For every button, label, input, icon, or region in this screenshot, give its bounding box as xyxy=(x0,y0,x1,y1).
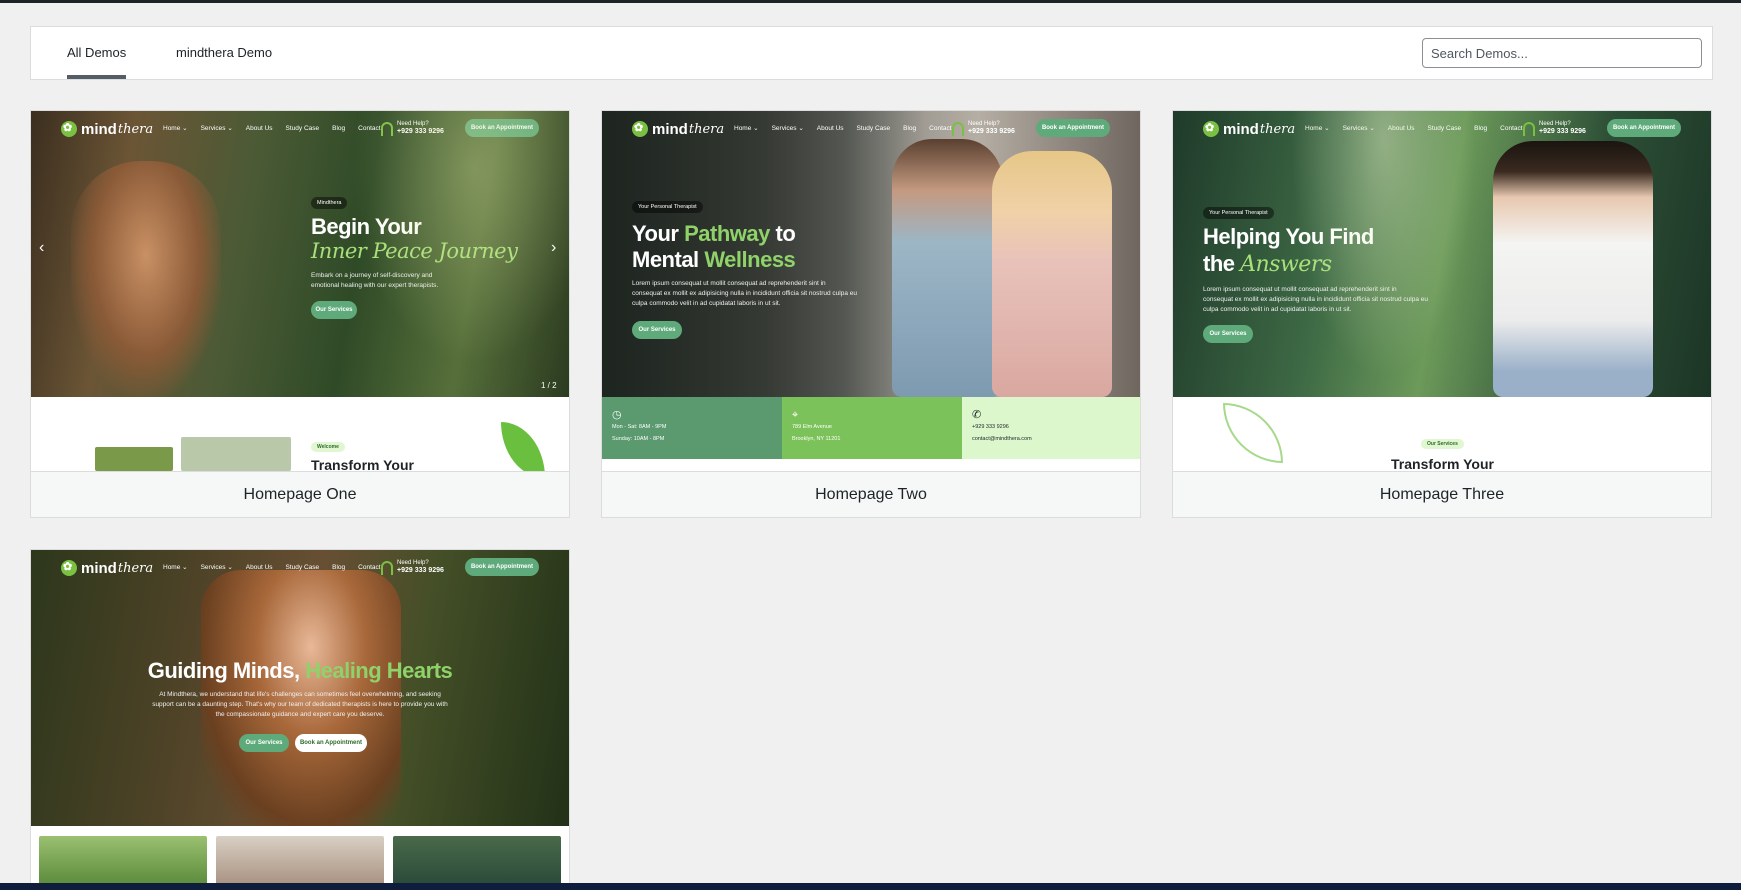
preview-info-bar: ◷ Mon - Sat: 8AM - 9PM Sunday: 10AM - 8P… xyxy=(602,397,1140,459)
preview-site-nav: mindthera Home ⌄Services ⌄About UsStudy … xyxy=(602,117,1140,143)
info-contact: ✆ +929 333 9296 contact@mindthera.com xyxy=(962,397,1140,459)
demo-preview-image: mindthera Home ⌄Services ⌄About UsStudy … xyxy=(602,111,1140,471)
headset-icon xyxy=(1523,122,1535,136)
preview-hero: mindthera Home ⌄Services ⌄About UsStudy … xyxy=(31,111,569,397)
preview-site-nav: mindthera Home ⌄Services ⌄About UsStudy … xyxy=(31,117,569,143)
hero-heading: Guiding Minds, Healing Hearts xyxy=(147,658,453,683)
preview-hero: mindthera Home ⌄Services ⌄About UsStudy … xyxy=(602,111,1140,397)
hero-heading-script: Inner Peace Journey xyxy=(311,239,518,263)
demo-preview-image: mindthera Home ⌄Services ⌄About UsStudy … xyxy=(31,111,569,471)
hero-tag: Mindthera xyxy=(311,197,348,209)
preview-person xyxy=(992,151,1112,397)
hero-services-button: Our Services xyxy=(1203,325,1253,343)
preview-person xyxy=(892,139,1002,397)
info-hours: ◷ Mon - Sat: 8AM - 9PM Sunday: 10AM - 8P… xyxy=(602,397,782,459)
site-help: Need Help? +929 333 9296 xyxy=(952,120,1015,136)
tab-mindthera-demo[interactable]: mindthera Demo xyxy=(176,27,272,79)
hero-heading: Helping You Find xyxy=(1203,224,1374,249)
preview-thumb-photo xyxy=(216,836,384,884)
hero-heading: Your Pathway to xyxy=(632,221,796,246)
demo-card-homepage-two[interactable]: mindthera Home ⌄Services ⌄About UsStudy … xyxy=(601,110,1141,518)
site-book-button: Book an Appointment xyxy=(1607,119,1681,137)
top-admin-bar xyxy=(0,0,1741,3)
logo-flower-icon xyxy=(1203,121,1219,137)
demo-preview-image: mindthera Home ⌄Services ⌄About UsStudy … xyxy=(1173,111,1711,471)
preview-hero: mindthera Home ⌄Services ⌄About UsStudy … xyxy=(31,550,569,826)
hero-services-button: Our Services xyxy=(632,321,682,339)
hero-text: At Mindthera, we understand that life's … xyxy=(152,691,448,718)
logo-flower-icon xyxy=(632,121,648,137)
hero-tag: Your Personal Therapist xyxy=(1203,207,1274,219)
demo-filter-bar: All Demos mindthera Demo xyxy=(30,26,1713,80)
site-nav-links: Home ⌄ Services ⌄ About Us Study Case Blog Co… xyxy=(734,125,952,132)
hero-heading: Begin Your xyxy=(311,214,422,239)
demo-card-homepage-one[interactable]: mindthera Home ⌄Services ⌄About UsStudy … xyxy=(30,110,570,518)
hero-services-button: Our Services xyxy=(239,734,289,752)
site-nav-links: Home ⌄ Services ⌄ About Us Study Case Blog Co… xyxy=(1305,125,1523,132)
site-nav-links: Home ⌄ Services ⌄ About Us Study Case Blog Co… xyxy=(163,125,381,132)
preview-site-nav: mindthera Home ⌄Services ⌄About UsStudy … xyxy=(1173,117,1711,143)
logo-flower-icon xyxy=(61,560,77,576)
lower-title: Transform Your xyxy=(311,457,414,471)
chevron-right-icon: › xyxy=(551,239,557,256)
logo-flower-icon xyxy=(61,121,77,137)
headset-icon xyxy=(381,122,393,136)
hero-text: Lorem ipsum consequat ut mollit consequa… xyxy=(632,280,857,307)
location-pin-icon: ⌖ xyxy=(792,409,799,421)
lower-title: Transform Your xyxy=(1391,456,1494,471)
demo-card-homepage-four[interactable]: mindthera Home ⌄Services ⌄About UsStudy … xyxy=(30,549,570,885)
preview-thumb-photo xyxy=(39,836,207,884)
preview-thumb-photo xyxy=(181,437,291,471)
preview-site-nav: mindthera Home ⌄Services ⌄About UsStudy … xyxy=(31,556,569,582)
chevron-left-icon: ‹ xyxy=(39,239,45,256)
phone-icon: ✆ xyxy=(972,409,982,421)
leaf-decoration xyxy=(501,422,545,471)
preview-lower-section: Welcome Transform Your xyxy=(31,397,569,471)
headset-icon xyxy=(952,122,964,136)
hero-book-button: Book an Appointment xyxy=(295,734,367,752)
site-help: Need Help? +929 333 9296 xyxy=(381,559,444,575)
hero-tag: Your Personal Therapist xyxy=(632,201,703,213)
hero-text: Embark on a journey of self-discovery an… xyxy=(311,272,439,289)
welcome-tag: Welcome xyxy=(311,442,345,452)
site-logo: mindthera xyxy=(61,119,153,139)
site-help: Need Help? +929 333 9296 xyxy=(1523,120,1586,136)
hero-text: Lorem ipsum consequat ut mollit consequa… xyxy=(1203,286,1428,313)
hero-services-button: Our Services xyxy=(311,301,357,319)
site-book-button: Book an Appointment xyxy=(1036,119,1110,137)
site-book-button: Book an Appointment xyxy=(465,119,539,137)
headset-icon xyxy=(381,561,393,575)
demo-title[interactable]: Homepage Three xyxy=(1173,471,1711,517)
demo-card-homepage-three[interactable]: mindthera Home ⌄Services ⌄About UsStudy … xyxy=(1172,110,1712,518)
info-address: ⌖ 789 Elm Avenue Brooklyn, NY 11201 xyxy=(782,397,962,459)
preview-lower-section: Our Services Transform Your xyxy=(1173,397,1711,471)
site-nav-links: Home ⌄ Services ⌄ About Us Study Case Blog Co… xyxy=(163,564,381,571)
clock-icon: ◷ xyxy=(612,409,622,421)
preview-person xyxy=(1493,141,1653,397)
site-logo: mindthera xyxy=(632,119,724,139)
site-help: Need Help? +929 333 9296 xyxy=(381,120,444,136)
services-tag: Our Services xyxy=(1421,439,1464,449)
slide-counter: 1 / 2 xyxy=(541,381,557,390)
preview-hero: mindthera Home ⌄Services ⌄About UsStudy … xyxy=(1173,111,1711,397)
site-book-button: Book an Appointment xyxy=(465,558,539,576)
demo-title[interactable]: Homepage Two xyxy=(602,471,1140,517)
search-demos-input[interactable] xyxy=(1422,38,1702,68)
demo-preview-image: mindthera Home ⌄Services ⌄About UsStudy … xyxy=(31,550,569,884)
leaf-outline-decoration xyxy=(1223,403,1283,463)
preview-thumb-photo xyxy=(393,836,561,884)
preview-thumb-photo xyxy=(95,447,173,471)
site-logo: mindthera xyxy=(61,558,153,578)
demo-title[interactable]: Homepage One xyxy=(31,471,569,517)
bottom-bar xyxy=(0,883,1741,890)
hero-heading-line2: Mental Wellness xyxy=(632,247,796,272)
tab-all-demos[interactable]: All Demos xyxy=(67,27,127,79)
hero-heading-line2: the Answers xyxy=(1203,251,1332,277)
site-logo: mindthera xyxy=(1203,119,1295,139)
